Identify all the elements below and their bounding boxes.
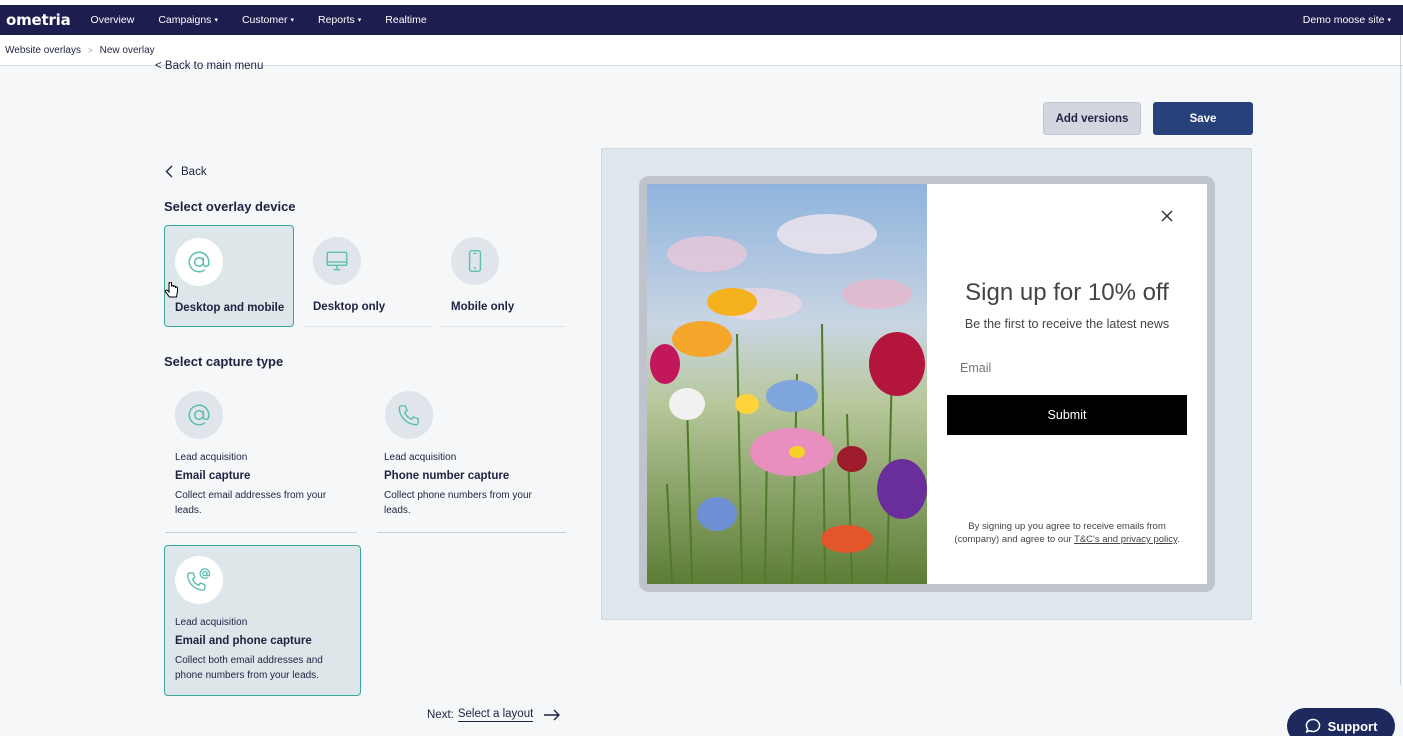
caret-down-icon: ▾	[1387, 17, 1391, 24]
divider	[377, 532, 566, 533]
overlay-modal: Sign up for 10% off Be the first to rece…	[647, 184, 1207, 584]
capture-title: Email capture	[175, 470, 251, 482]
device-option-desktop-only[interactable]: Desktop only	[303, 225, 431, 327]
capture-option-phone[interactable]: Lead acquisition Phone number capture Co…	[377, 381, 566, 533]
device-option-desktop-and-mobile[interactable]: Desktop and mobile	[164, 225, 294, 327]
add-versions-button[interactable]: Add versions	[1043, 102, 1141, 135]
icon-circle	[175, 556, 223, 604]
capture-section-title: Select capture type	[164, 354, 284, 369]
at-icon	[188, 404, 210, 426]
back-label: Back	[181, 165, 207, 178]
chat-bubble-icon	[1305, 718, 1320, 733]
nav-customer[interactable]: Customer ▾	[242, 14, 294, 26]
chevron-left-icon	[165, 165, 173, 178]
nav-overview[interactable]: Overview	[91, 14, 135, 26]
caret-down-icon: ▾	[214, 17, 218, 24]
next-prefix: Next:	[427, 709, 454, 721]
monitor-icon	[326, 251, 348, 271]
top-navbar: ometria Overview Campaigns ▾ Customer ▾ Re…	[0, 5, 1403, 35]
capture-description: Collect email addresses from your leads.	[175, 490, 327, 516]
next-link-label: Select a layout	[457, 708, 534, 722]
nav-campaigns[interactable]: Campaigns ▾	[158, 14, 218, 26]
capture-description: Collect phone numbers from your leads.	[384, 490, 532, 516]
icon-circle	[175, 391, 223, 439]
capture-kicker: Lead acquisition	[384, 452, 457, 463]
capture-title: Phone number capture	[384, 470, 510, 482]
caret-down-icon: ▾	[290, 17, 294, 24]
divider	[165, 532, 357, 533]
icon-circle	[313, 237, 361, 285]
nav-reports[interactable]: Reports ▾	[318, 14, 361, 26]
device-option-label: Mobile only	[451, 301, 515, 313]
phone-at-icon	[186, 568, 211, 591]
device-option-mobile-only[interactable]: Mobile only	[441, 225, 566, 327]
phone-icon	[398, 405, 419, 426]
save-button[interactable]: Save	[1153, 102, 1253, 135]
breadcrumb-current: New overlay	[99, 44, 155, 56]
capture-title: Email and phone capture	[175, 635, 312, 647]
device-section-title: Select overlay device	[164, 199, 296, 214]
arrow-right-icon	[544, 709, 561, 721]
wildflower-image	[647, 184, 927, 584]
next-select-layout-link[interactable]: Next: Select a layout	[427, 708, 561, 722]
site-selector[interactable]: Demo moose site ▾	[1303, 14, 1391, 26]
icon-circle	[451, 237, 499, 285]
support-button[interactable]: Support	[1287, 708, 1395, 736]
back-to-main-menu-link[interactable]: < Back to main menu	[155, 60, 263, 72]
divider	[303, 326, 431, 327]
popup-title: Sign up for 10% off	[965, 279, 1169, 306]
device-option-label: Desktop only	[313, 301, 386, 313]
capture-kicker: Lead acquisition	[175, 617, 248, 628]
breadcrumb-separator: >	[87, 45, 93, 55]
capture-option-email[interactable]: Lead acquisition Email capture Collect e…	[165, 381, 357, 533]
divider	[441, 326, 566, 327]
terms-link[interactable]: T&C's and privacy policy	[1074, 534, 1177, 545]
at-icon	[188, 251, 210, 273]
caret-down-icon: ▾	[357, 17, 362, 24]
capture-kicker: Lead acquisition	[175, 452, 248, 463]
icon-circle	[175, 238, 223, 286]
popup-email-field[interactable]	[960, 361, 1180, 375]
hand-cursor-icon	[165, 282, 178, 298]
device-option-label: Desktop and mobile	[175, 302, 285, 314]
close-icon[interactable]	[1160, 209, 1174, 223]
breadcrumb-website-overlays[interactable]: Website overlays	[5, 45, 81, 56]
nav-realtime[interactable]: Realtime	[385, 14, 426, 26]
icon-circle	[385, 391, 433, 439]
support-label: Support	[1327, 718, 1378, 734]
phone-device-icon	[468, 250, 482, 272]
ometria-logo[interactable]: ometria	[6, 11, 71, 29]
popup-subtitle: Be the first to receive the latest news	[964, 317, 1170, 331]
popup-submit-button[interactable]: Submit	[947, 395, 1187, 435]
divider	[1400, 35, 1401, 685]
capture-description: Collect both email addresses and phone n…	[175, 655, 323, 681]
capture-option-email-and-phone[interactable]: Lead acquisition Email and phone capture…	[164, 545, 361, 696]
popup-terms: By signing up you agree to receive email…	[954, 521, 1180, 545]
back-link[interactable]: Back	[165, 165, 207, 178]
